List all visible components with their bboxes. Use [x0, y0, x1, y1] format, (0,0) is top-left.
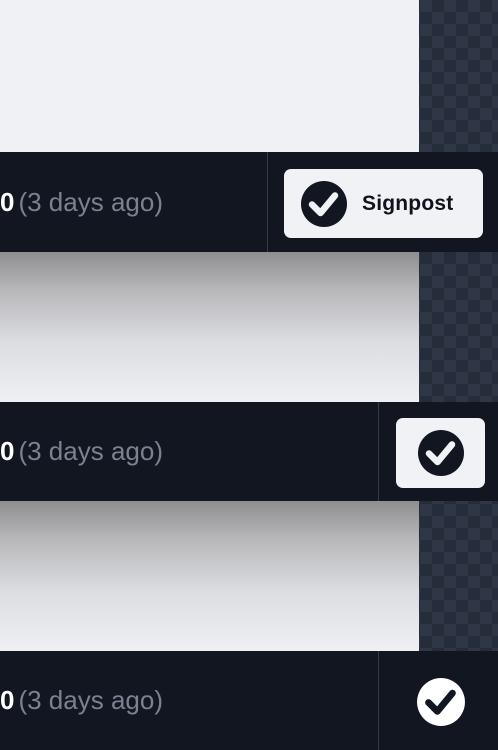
item-timestamp: (3 days ago): [18, 186, 163, 217]
item-bar-2: 0 (3 days ago): [0, 402, 498, 501]
item-meta-3: 0 (3 days ago): [0, 651, 163, 750]
signpost-check-toggle[interactable]: [416, 677, 466, 727]
item-count: 0: [0, 436, 15, 466]
check-circle-icon: [417, 678, 465, 726]
bar-divider: [267, 152, 268, 252]
bar-divider: [378, 402, 379, 501]
item-meta-2: 0 (3 days ago): [0, 402, 163, 501]
item-bar-3: 0 (3 days ago): [0, 651, 498, 750]
item-count: 0: [0, 685, 15, 715]
item-bar-1: 0 (3 days ago) Signpost: [0, 152, 498, 252]
media-preview-3: [0, 501, 419, 651]
item-count: 0: [0, 186, 15, 217]
item-meta-1: 0 (3 days ago): [0, 152, 163, 252]
media-preview-2: [0, 252, 419, 402]
bar-divider: [378, 651, 379, 750]
signpost-button-label: Signpost: [362, 191, 454, 215]
item-timestamp: (3 days ago): [18, 436, 163, 466]
signpost-icon-button[interactable]: [396, 418, 485, 488]
media-preview-1: [0, 0, 419, 152]
check-circle-icon: [417, 430, 464, 476]
signpost-button[interactable]: Signpost: [284, 169, 483, 238]
check-circle-icon: [301, 180, 347, 227]
item-timestamp: (3 days ago): [18, 685, 163, 715]
